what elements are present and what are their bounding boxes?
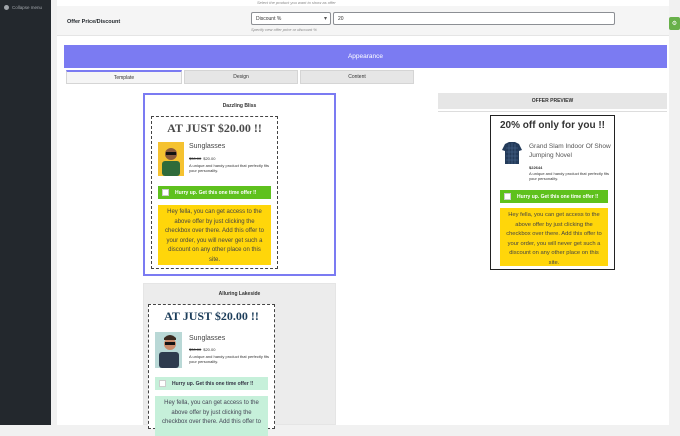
admin-sidebar: Collapse menu [0,0,51,425]
preview-offer-checkbox-row[interactable]: Hurry up. Get this one time offer !! [500,190,608,203]
tab-template[interactable]: Template [66,70,182,84]
product-description: A unique and handy product that perfectl… [189,163,270,173]
product-prices: $30.00 $20.00 [189,347,215,352]
collapse-icon [4,5,9,10]
accept-offer-checkbox-row[interactable]: Hurry up. Get this one time offer !! [158,186,271,199]
template-name: Dazzling Bliss [222,103,257,109]
offer-box: AT JUST $20.00 !! Sunglasses $30.00 $20.0… [148,304,275,436]
template-card-dazzling-bliss[interactable]: Dazzling Bliss AT JUST $20.00 !! Sunglas… [143,93,336,276]
tab-content[interactable]: Content [300,70,414,84]
accept-offer-checkbox-row[interactable]: Hurry up. Get this one time offer !! [155,377,268,390]
discount-type-select[interactable]: Discount % ▾ [251,12,331,25]
gear-icon[interactable]: ⚙ [669,17,680,30]
old-price: $30.00 [189,347,202,352]
preview-description: A unique and handy product that perfectl… [529,171,610,181]
preview-headline: 20% off only for you !! [500,120,605,131]
offer-price-hint: Specify new offer price or discount % [251,27,317,32]
offer-box: AT JUST $20.00 !! Sunglasses $30.00 $20.0… [151,116,278,269]
collapse-menu-button[interactable]: Collapse menu [4,5,42,10]
offer-amount-input[interactable]: 20 [333,12,615,25]
product-name: Sunglasses [189,143,226,150]
settings-panel: Select the product you want to show as o… [57,0,669,436]
offer-headline: AT JUST $20.00 !! [167,121,262,135]
offer-product-hint: Select the product you want to show as o… [257,0,336,5]
template-card-alluring-lakeside[interactable]: Alluring Lakeside AT JUST $20.00 !! Sung… [143,283,336,436]
new-price: $20.00 [203,347,216,352]
product-description: A unique and handy product that perfectl… [189,354,270,364]
appearance-header: Appearance [64,45,667,68]
collapse-menu-label: Collapse menu [12,5,43,10]
product-image [158,142,184,176]
offer-preview-box: 20% off only for you !! Grand Slam Indoo… [490,115,615,270]
preview-product-name: Grand Slam Indoor Of Show Jumping Novel [529,143,611,159]
offer-price-row: Offer Price/Discount Discount % ▾ 20 Spe… [57,6,669,36]
offer-message: Hey fella, you can get access to the abo… [158,205,271,265]
offer-price-label: Offer Price/Discount [67,19,121,25]
discount-type-value: Discount % [256,16,282,22]
product-image [155,332,182,368]
offer-cta: Hurry up. Get this one time offer !! [172,380,254,387]
offer-message: Hey fella, you can get access to the abo… [155,396,268,436]
product-image [501,140,523,166]
template-name: Alluring Lakeside [218,291,261,297]
offer-checkbox[interactable] [159,380,166,387]
preview-cta: Hurry up. Get this one time offer !! [517,193,599,200]
offer-preview-heading: OFFER PREVIEW [438,93,667,109]
offer-headline: AT JUST $20.00 !! [164,309,259,323]
main-content: Select the product you want to show as o… [51,0,680,436]
product-prices: $30.00 $20.00 [189,156,215,161]
preview-price: $22644 [529,165,543,170]
new-price: $20.00 [203,156,216,161]
product-name: Sunglasses [189,335,226,342]
old-price: $30.00 [189,156,202,161]
offer-cta: Hurry up. Get this one time offer !! [175,189,257,196]
preview-offer-checkbox[interactable] [504,193,511,200]
offer-checkbox[interactable] [162,189,169,196]
preview-message: Hey fella, you can get access to the abo… [500,208,608,266]
tab-design[interactable]: Design [184,70,298,84]
preview-divider [438,111,667,112]
chevron-down-icon: ▾ [323,16,327,22]
